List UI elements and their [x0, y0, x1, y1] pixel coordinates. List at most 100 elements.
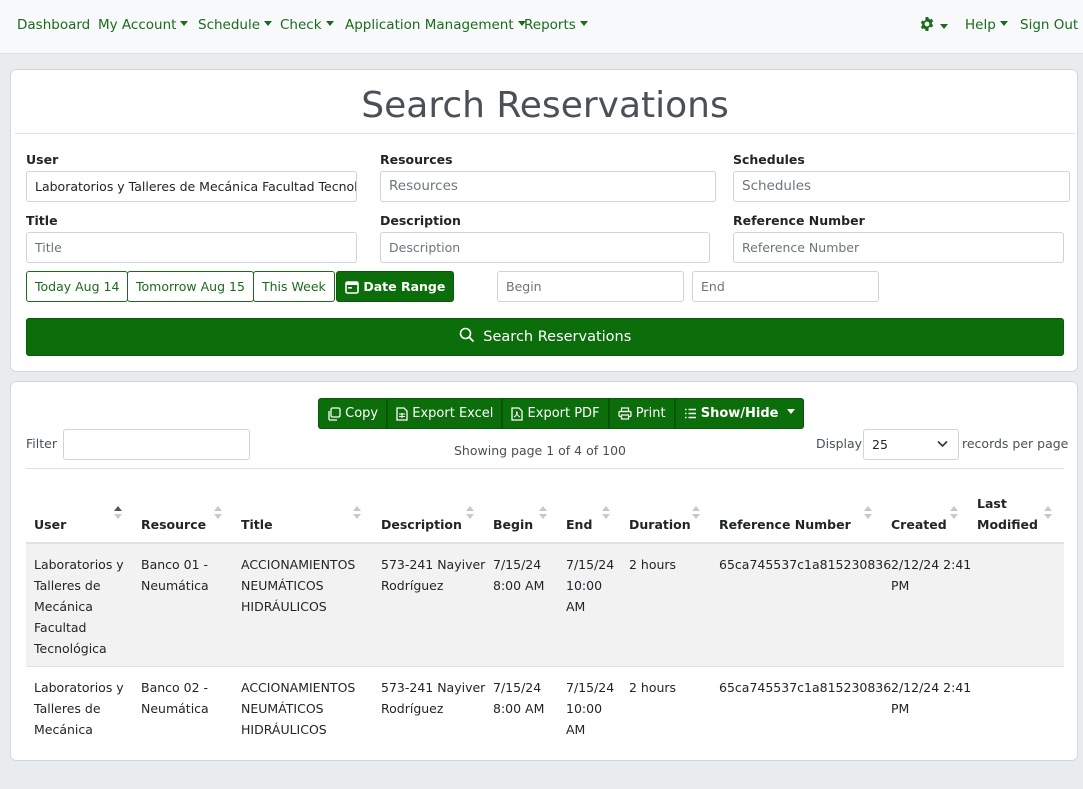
sort-icon[interactable] — [864, 506, 872, 520]
cell-end: 7/15/24 10:00 AM — [566, 680, 615, 737]
col-header-resource[interactable]: Resource — [141, 514, 206, 535]
nav-help[interactable]: Help — [965, 17, 1008, 33]
page-size-value: 25 — [872, 437, 888, 452]
divider — [26, 468, 1064, 469]
cell-title: ACCIONAMIENTOS NEUMÁTICOS HIDRÁULICOS — [241, 680, 356, 737]
sort-icon[interactable] — [353, 506, 361, 520]
records-per-page-label: records per page — [962, 436, 1069, 451]
copy-icon — [328, 406, 341, 421]
cell-title: ACCIONAMIENTOS NEUMÁTICOS HIDRÁULICOS — [241, 557, 356, 614]
divider — [15, 133, 1075, 134]
cell-reference-number: 65ca745537c1a815230836 — [719, 557, 892, 572]
sort-icon[interactable] — [602, 506, 610, 520]
description-input[interactable]: Description — [380, 232, 710, 263]
col-header-duration[interactable]: Duration — [629, 514, 691, 535]
date-range-button[interactable]: Date Range — [336, 271, 455, 302]
cell-description: 573-241 Nayiver Rodríguez — [381, 680, 486, 716]
sort-icon[interactable] — [950, 506, 958, 520]
search-panel: Search Reservations User Laboratorios y … — [10, 69, 1078, 372]
user-label: User — [26, 152, 59, 167]
chevron-down-icon — [940, 24, 948, 29]
date-range-label: Date Range — [363, 279, 446, 294]
resources-input[interactable]: Resources — [380, 171, 716, 202]
cell-description: 573-241 Nayiver Rodríguez — [381, 557, 486, 593]
cell-duration: 2 hours — [629, 557, 677, 572]
col-header-begin[interactable]: Begin — [493, 514, 533, 535]
title-input[interactable]: Title — [26, 232, 357, 263]
sort-icon[interactable] — [1044, 506, 1052, 520]
cell-duration: 2 hours — [629, 680, 677, 695]
printer-icon — [617, 407, 632, 420]
cell-created: 2/12/24 2:41 PM — [891, 680, 972, 716]
cell-created: 2/12/24 2:41 PM — [891, 557, 972, 593]
schedules-label: Schedules — [733, 152, 805, 167]
nav-application-management[interactable]: Application Management — [345, 17, 526, 33]
nav-sign-out[interactable]: Sign Out — [1020, 17, 1078, 33]
nav-my-account[interactable]: My Account — [98, 17, 188, 33]
export-excel-label: Export Excel — [412, 406, 494, 421]
col-header-last-modified-line1: Last — [977, 496, 1007, 511]
search-button-label: Search Reservations — [483, 329, 632, 345]
sort-icon[interactable] — [214, 506, 222, 520]
col-header-created[interactable]: Created — [891, 514, 947, 535]
copy-label: Copy — [345, 406, 379, 421]
today-button[interactable]: Today Aug 14 — [26, 271, 129, 302]
show-hide-button[interactable]: Show/Hide — [674, 398, 804, 429]
search-icon — [459, 327, 474, 343]
export-excel-button[interactable]: Export Excel — [387, 398, 503, 429]
list-icon — [684, 408, 696, 419]
print-label: Print — [635, 406, 666, 421]
search-reservations-button[interactable]: Search Reservations — [26, 318, 1064, 356]
sort-ascending-icon[interactable] — [114, 506, 122, 520]
begin-date-input[interactable]: Begin — [497, 271, 684, 302]
sort-icon[interactable] — [539, 506, 547, 520]
nav-reports[interactable]: Reports — [524, 17, 588, 33]
resources-label: Resources — [380, 152, 453, 167]
cell-resource: Banco 02 - Neumática — [141, 680, 209, 716]
title-label: Title — [26, 213, 58, 228]
pagination-info: Showing page 1 of 4 of 100 — [454, 443, 626, 458]
nav-check[interactable]: Check — [280, 17, 334, 33]
end-date-input[interactable]: End — [692, 271, 879, 302]
show-hide-label: Show/Hide — [700, 406, 779, 421]
filter-input[interactable] — [63, 429, 250, 460]
col-header-last-modified-line2: Modified — [977, 517, 1038, 532]
page-title: Search Reservations — [361, 85, 729, 126]
copy-button[interactable]: Copy — [318, 398, 388, 429]
chevron-down-icon — [937, 440, 948, 448]
export-pdf-label: Export PDF — [527, 406, 600, 421]
export-pdf-button[interactable]: Export PDF — [502, 398, 609, 429]
display-label: Display — [816, 436, 863, 451]
col-header-last-modified[interactable]: Last Modified — [977, 493, 1038, 535]
cell-user: Laboratorios y Talleres de Mecánica Faculta… — [34, 557, 124, 656]
export-toolbar: Copy Export Excel Export PDF Print Show/… — [318, 398, 804, 429]
cell-begin: 7/15/24 8:00 AM — [493, 557, 545, 593]
user-input[interactable]: Laboratorios y Talleres de Mecánica Facu… — [26, 171, 357, 202]
table-row[interactable]: Laboratorios y Talleres de Mecánica Banco … — [26, 667, 1064, 789]
col-header-description[interactable]: Description — [381, 514, 462, 535]
print-button[interactable]: Print — [608, 398, 675, 429]
description-label: Description — [380, 213, 461, 228]
tomorrow-button[interactable]: Tomorrow Aug 15 — [127, 271, 254, 302]
col-header-user[interactable]: User — [34, 514, 66, 535]
sort-icon[interactable] — [692, 506, 700, 520]
filter-label: Filter — [26, 436, 57, 451]
schedules-input[interactable]: Schedules — [733, 171, 1070, 202]
page-size-select[interactable]: 25 — [863, 429, 959, 460]
this-week-button[interactable]: This Week — [253, 271, 335, 302]
spreadsheet-icon — [396, 406, 408, 421]
col-header-end[interactable]: End — [566, 514, 592, 535]
reference-number-input[interactable]: Reference Number — [733, 232, 1064, 263]
col-header-reference-number[interactable]: Reference Number — [719, 514, 851, 535]
table-row[interactable]: Laboratorios y Talleres de Mecánica Faculta… — [26, 544, 1064, 666]
settings-menu[interactable] — [919, 16, 951, 36]
results-panel: Copy Export Excel Export PDF Print Show/… — [10, 381, 1078, 761]
reference-number-label: Reference Number — [733, 213, 865, 228]
sort-icon[interactable] — [466, 506, 474, 520]
top-navbar: Dashboard My Account Schedule Check Appl… — [0, 0, 1083, 54]
col-header-title[interactable]: Title — [241, 514, 273, 535]
nav-schedule[interactable]: Schedule — [198, 17, 272, 33]
cell-user: Laboratorios y Talleres de Mecánica — [34, 680, 124, 737]
cell-begin: 7/15/24 8:00 AM — [493, 680, 545, 716]
nav-dashboard[interactable]: Dashboard — [17, 17, 90, 33]
